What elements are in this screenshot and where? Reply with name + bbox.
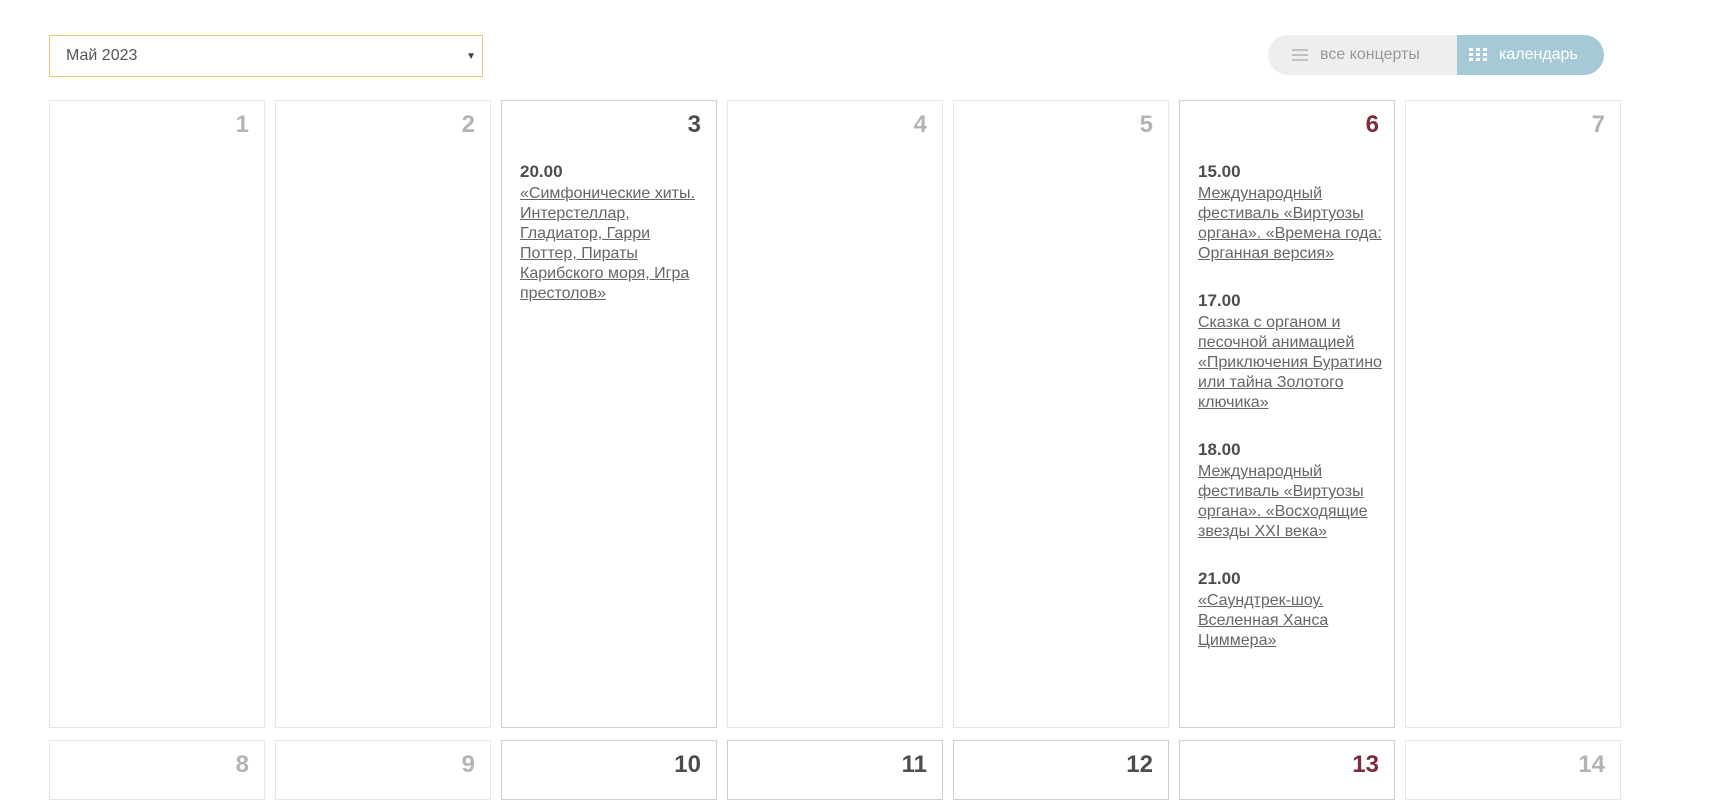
- all-concerts-button[interactable]: все концерты: [1268, 35, 1457, 75]
- day-number: 12: [1126, 751, 1153, 778]
- calendar-day-cell: 12: [953, 740, 1169, 800]
- event-link[interactable]: Сказка с органом и песочной анимацией «П…: [1198, 313, 1384, 413]
- month-select-value: Май 2023: [66, 47, 138, 64]
- calendar-day-cell: 8: [49, 740, 265, 800]
- day-number: 4: [913, 111, 927, 138]
- calendar-view-label: календарь: [1499, 46, 1578, 63]
- calendar-day-cell: 3 20.00 «Симфонические хиты. Интерстеллар,…: [501, 100, 717, 728]
- month-select[interactable]: Май 2023 ▼: [49, 35, 483, 77]
- event-link[interactable]: Международный фестиваль «Виртуозы органа…: [1198, 184, 1384, 264]
- event-item: 17.00 Сказка с органом и песочной анимаци…: [1198, 291, 1384, 413]
- calendar-day-cell: 7: [1405, 100, 1621, 728]
- event-list: 15.00 Международный фестиваль «Виртуозы о…: [1198, 162, 1384, 678]
- calendar-day-cell: 11: [727, 740, 943, 800]
- event-time: 18.00: [1198, 440, 1241, 459]
- day-number: 7: [1591, 111, 1605, 138]
- event-time: 20.00: [520, 162, 563, 181]
- day-number: 14: [1578, 751, 1605, 778]
- event-item: 21.00 «Саундтрек-шоу. Вселенная Ханса Цим…: [1198, 569, 1384, 651]
- event-link[interactable]: Международный фестиваль «Виртуозы органа…: [1198, 462, 1384, 542]
- event-item: 20.00 «Симфонические хиты. Интерстеллар, …: [520, 162, 706, 304]
- calendar-day-cell: 5: [953, 100, 1169, 728]
- calendar-day-cell: 2: [275, 100, 491, 728]
- event-time: 15.00: [1198, 162, 1241, 181]
- day-number: 3: [687, 111, 701, 138]
- all-concerts-label: все концерты: [1320, 46, 1420, 63]
- event-link[interactable]: «Саундтрек-шоу. Вселенная Ханса Циммера»: [1198, 591, 1384, 651]
- event-link[interactable]: «Симфонические хиты. Интерстеллар, Глади…: [520, 184, 706, 304]
- calendar-day-cell: 9: [275, 740, 491, 800]
- day-number: 6: [1365, 111, 1379, 138]
- calendar-view-button[interactable]: календарь: [1457, 35, 1604, 75]
- calendar-day-cell: 4: [727, 100, 943, 728]
- event-item: 15.00 Международный фестиваль «Виртуозы о…: [1198, 162, 1384, 264]
- event-list: 20.00 «Симфонические хиты. Интерстеллар, …: [520, 162, 706, 331]
- day-number: 5: [1139, 111, 1153, 138]
- calendar-day-cell: 10: [501, 740, 717, 800]
- calendar-day-cell: 6 15.00 Международный фестиваль «Виртуозы …: [1179, 100, 1395, 728]
- event-time: 17.00: [1198, 291, 1241, 310]
- calendar-day-cell: 1: [49, 100, 265, 728]
- day-number: 2: [461, 111, 475, 138]
- grid-icon: [1469, 48, 1487, 62]
- day-number: 1: [235, 111, 249, 138]
- calendar-day-cell: 14: [1405, 740, 1621, 800]
- dropdown-arrow-icon: ▼: [466, 51, 476, 62]
- day-number: 13: [1352, 751, 1379, 778]
- event-item: 18.00 Международный фестиваль «Виртуозы о…: [1198, 440, 1384, 542]
- list-icon: [1292, 49, 1308, 61]
- view-toggle: все концерты календарь: [1268, 35, 1604, 75]
- day-number: 8: [235, 751, 249, 778]
- day-number: 11: [901, 751, 927, 778]
- calendar-day-cell: 13: [1179, 740, 1395, 800]
- day-number: 9: [461, 751, 475, 778]
- day-number: 10: [674, 751, 701, 778]
- event-time: 21.00: [1198, 569, 1241, 588]
